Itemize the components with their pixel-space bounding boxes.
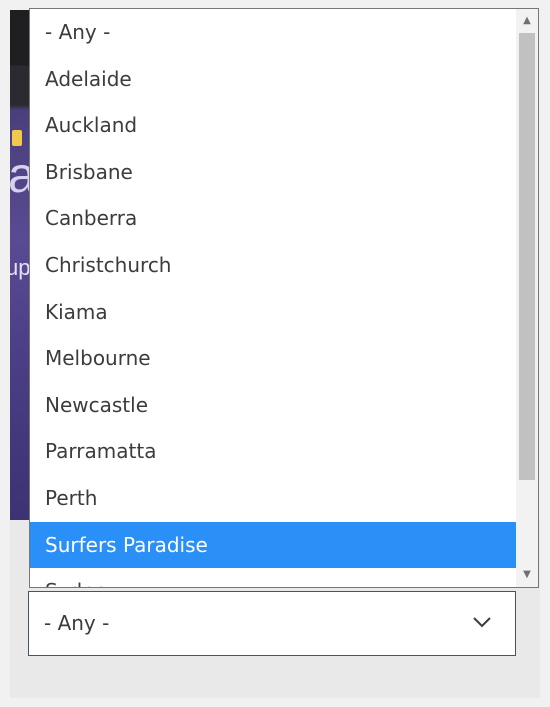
options-container: - Any - Adelaide Auckland Brisbane Canbe… (30, 9, 516, 587)
scrollbar-thumb[interactable] (519, 33, 535, 480)
option-any[interactable]: - Any - (30, 9, 516, 56)
scroll-down-arrow-icon[interactable]: ▼ (516, 565, 538, 585)
folder-icon (12, 130, 22, 146)
option-parramatta[interactable]: Parramatta (30, 428, 516, 475)
option-surfers-paradise[interactable]: Surfers Paradise (30, 521, 516, 569)
option-melbourne[interactable]: Melbourne (30, 335, 516, 382)
select-current-value: - Any - (44, 611, 110, 635)
option-christchurch[interactable]: Christchurch (30, 242, 516, 289)
location-select[interactable]: - Any - (28, 591, 516, 656)
option-perth[interactable]: Perth (30, 475, 516, 522)
option-sydney[interactable]: Sydney (30, 568, 516, 587)
scroll-up-arrow-icon[interactable]: ▲ (516, 11, 538, 31)
hero-subheading-fragment: up (10, 255, 31, 280)
option-kiama[interactable]: Kiama (30, 289, 516, 336)
option-adelaide[interactable]: Adelaide (30, 56, 516, 103)
option-newcastle[interactable]: Newcastle (30, 382, 516, 429)
option-brisbane[interactable]: Brisbane (30, 149, 516, 196)
location-dropdown-list[interactable]: - Any - Adelaide Auckland Brisbane Canbe… (29, 8, 539, 588)
option-canberra[interactable]: Canberra (30, 195, 516, 242)
dropdown-scrollbar[interactable]: ▲ ▼ (516, 9, 538, 587)
chevron-down-icon (473, 617, 491, 628)
option-auckland[interactable]: Auckland (30, 102, 516, 149)
